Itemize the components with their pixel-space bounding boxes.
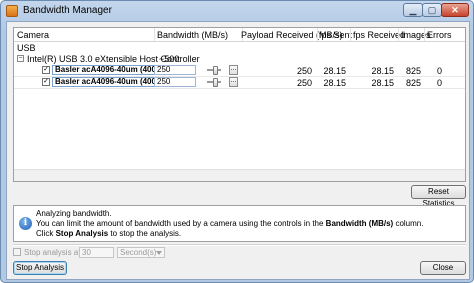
errors-count: 0: [436, 66, 442, 76]
dialog-body: Camera Bandwidth (MB/s) Payload Received…: [6, 21, 470, 280]
camera-enable-checkbox[interactable]: ✓: [42, 66, 50, 74]
payload-received: 250: [296, 78, 312, 88]
reset-statistics-button[interactable]: Reset Statistics: [411, 185, 466, 208]
bandwidth-slider-handle[interactable]: [213, 78, 218, 87]
chevron-down-icon: [156, 251, 162, 255]
maximize-icon[interactable]: ▢: [422, 3, 442, 17]
info-instructions: You can limit the amount of bandwidth us…: [36, 219, 424, 228]
column-header-fps-sent[interactable]: fps Sent: [319, 30, 352, 40]
bandwidth-input[interactable]: 250: [154, 77, 196, 87]
grid-header: Camera Bandwidth (MB/s) Payload Received…: [14, 28, 465, 42]
fps-sent: 28.15: [323, 78, 346, 88]
app-icon: [6, 5, 18, 17]
payload-received: 250: [296, 66, 312, 76]
controller-bandwidth: ~500: [159, 54, 180, 64]
stop-after-checkbox[interactable]: [13, 248, 21, 256]
stop-after-unit-select[interactable]: Second(s): [117, 247, 165, 258]
camera-enable-checkbox[interactable]: ✓: [42, 78, 50, 86]
bandwidth-manager-window: Bandwidth Manager ▁ ▢ ✕ Camera Bandwidth…: [0, 0, 474, 283]
bandwidth-slider-handle[interactable]: [213, 66, 218, 75]
info-status: Analyzing bandwidth.: [36, 209, 112, 218]
fps-received: 28.15: [371, 78, 394, 88]
collapse-icon[interactable]: −: [17, 55, 24, 62]
images-count: 825: [405, 78, 421, 88]
group-label-usb: USB: [17, 43, 36, 53]
bandwidth-options-button[interactable]: ...: [229, 77, 238, 87]
fps-received: 28.15: [371, 66, 394, 76]
column-header-bandwidth[interactable]: Bandwidth (MB/s): [157, 30, 228, 40]
window-title: Bandwidth Manager: [23, 5, 112, 16]
info-panel: i Analyzing bandwidth. You can limit the…: [13, 205, 466, 242]
errors-count: 0: [436, 78, 442, 88]
camera-row[interactable]: ✓ Basler acA4096-40um (4000... 250 ... 2…: [14, 65, 465, 77]
stop-analysis-button[interactable]: Stop Analysis: [13, 261, 67, 275]
fps-sent: 28.15: [323, 66, 346, 76]
column-header-camera[interactable]: Camera: [17, 30, 49, 40]
info-stop-hint: Click Stop Analysis to stop the analysis…: [36, 229, 182, 238]
camera-name: Basler acA4096-40um (4000...: [52, 77, 158, 87]
title-bar[interactable]: Bandwidth Manager ▁ ▢ ✕: [1, 1, 473, 21]
stop-after-value-input[interactable]: 30: [79, 247, 114, 258]
bandwidth-input[interactable]: 250: [154, 65, 196, 75]
close-button[interactable]: Close: [420, 261, 466, 275]
minimize-icon[interactable]: ▁: [403, 3, 423, 17]
bandwidth-grid: Camera Bandwidth (MB/s) Payload Received…: [13, 27, 466, 182]
info-icon: i: [19, 217, 32, 230]
horizontal-scrollbar[interactable]: [14, 169, 465, 181]
close-window-icon[interactable]: ✕: [441, 3, 469, 17]
column-header-errors[interactable]: Errors: [427, 30, 452, 40]
camera-row[interactable]: ✓ Basler acA4096-40um (4000... 250 ... 2…: [14, 77, 465, 89]
camera-name: Basler acA4096-40um (4000...: [52, 65, 158, 75]
bandwidth-options-button[interactable]: ...: [229, 65, 238, 75]
divider: [13, 244, 466, 246]
stop-after-unit-value: Second(s): [120, 248, 157, 257]
images-count: 825: [405, 66, 421, 76]
controller-row[interactable]: − Intel(R) USB 3.0 eXtensible Host Contr…: [14, 53, 465, 64]
